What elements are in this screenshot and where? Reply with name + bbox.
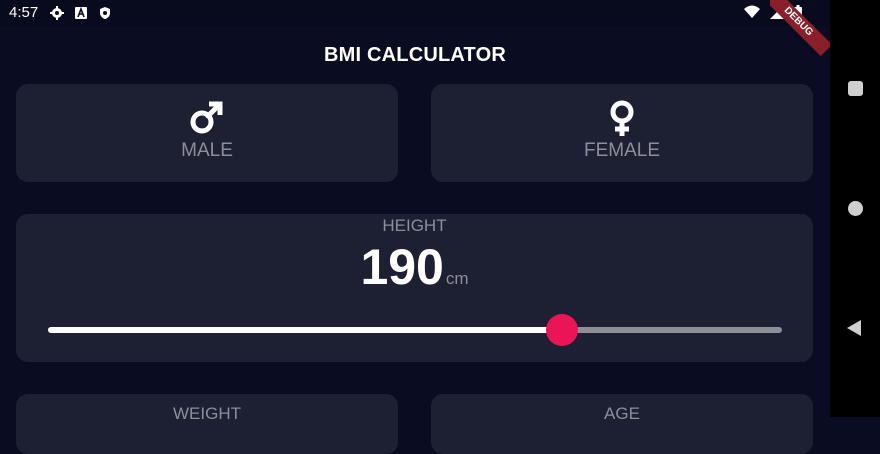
system-nav-bar bbox=[830, 0, 880, 417]
height-slider-thumb[interactable] bbox=[545, 314, 578, 346]
age-label: AGE bbox=[604, 404, 640, 423]
recents-square-icon[interactable] bbox=[848, 81, 863, 96]
male-card[interactable]: MALE bbox=[16, 84, 398, 182]
debug-banner: DEBUG bbox=[770, 0, 830, 60]
female-symbol-icon bbox=[610, 100, 634, 136]
male-label: MALE bbox=[181, 140, 233, 161]
status-bar: 4:57 bbox=[0, 0, 830, 26]
app-bar: BMI CALCULATOR bbox=[0, 26, 830, 86]
debug-ribbon: DEBUG bbox=[770, 0, 830, 56]
home-circle-icon[interactable] bbox=[848, 201, 863, 216]
wifi-icon bbox=[744, 5, 760, 24]
height-label: HEIGHT bbox=[382, 216, 447, 235]
weight-label: WEIGHT bbox=[173, 404, 241, 423]
height-unit: cm bbox=[445, 269, 469, 288]
female-label: FEMALE bbox=[583, 140, 661, 161]
height-card: HEIGHT 190 cm bbox=[16, 214, 813, 362]
height-slider[interactable] bbox=[48, 314, 782, 346]
shield-icon bbox=[98, 6, 112, 20]
status-icons-left bbox=[50, 6, 112, 20]
height-slider-active-track bbox=[48, 327, 562, 333]
height-value-row: 190 cm bbox=[16, 238, 813, 296]
age-card: AGE bbox=[431, 394, 813, 454]
female-card[interactable]: FEMALE bbox=[431, 84, 813, 182]
back-triangle-icon[interactable] bbox=[847, 320, 861, 336]
male-symbol-icon bbox=[190, 101, 223, 134]
gear-icon bbox=[50, 6, 64, 20]
weight-card: WEIGHT bbox=[16, 394, 398, 454]
status-time: 4:57 bbox=[9, 4, 39, 21]
app-title: BMI CALCULATOR bbox=[323, 44, 507, 66]
a-icon bbox=[74, 6, 88, 20]
height-value: 190 bbox=[360, 239, 444, 295]
